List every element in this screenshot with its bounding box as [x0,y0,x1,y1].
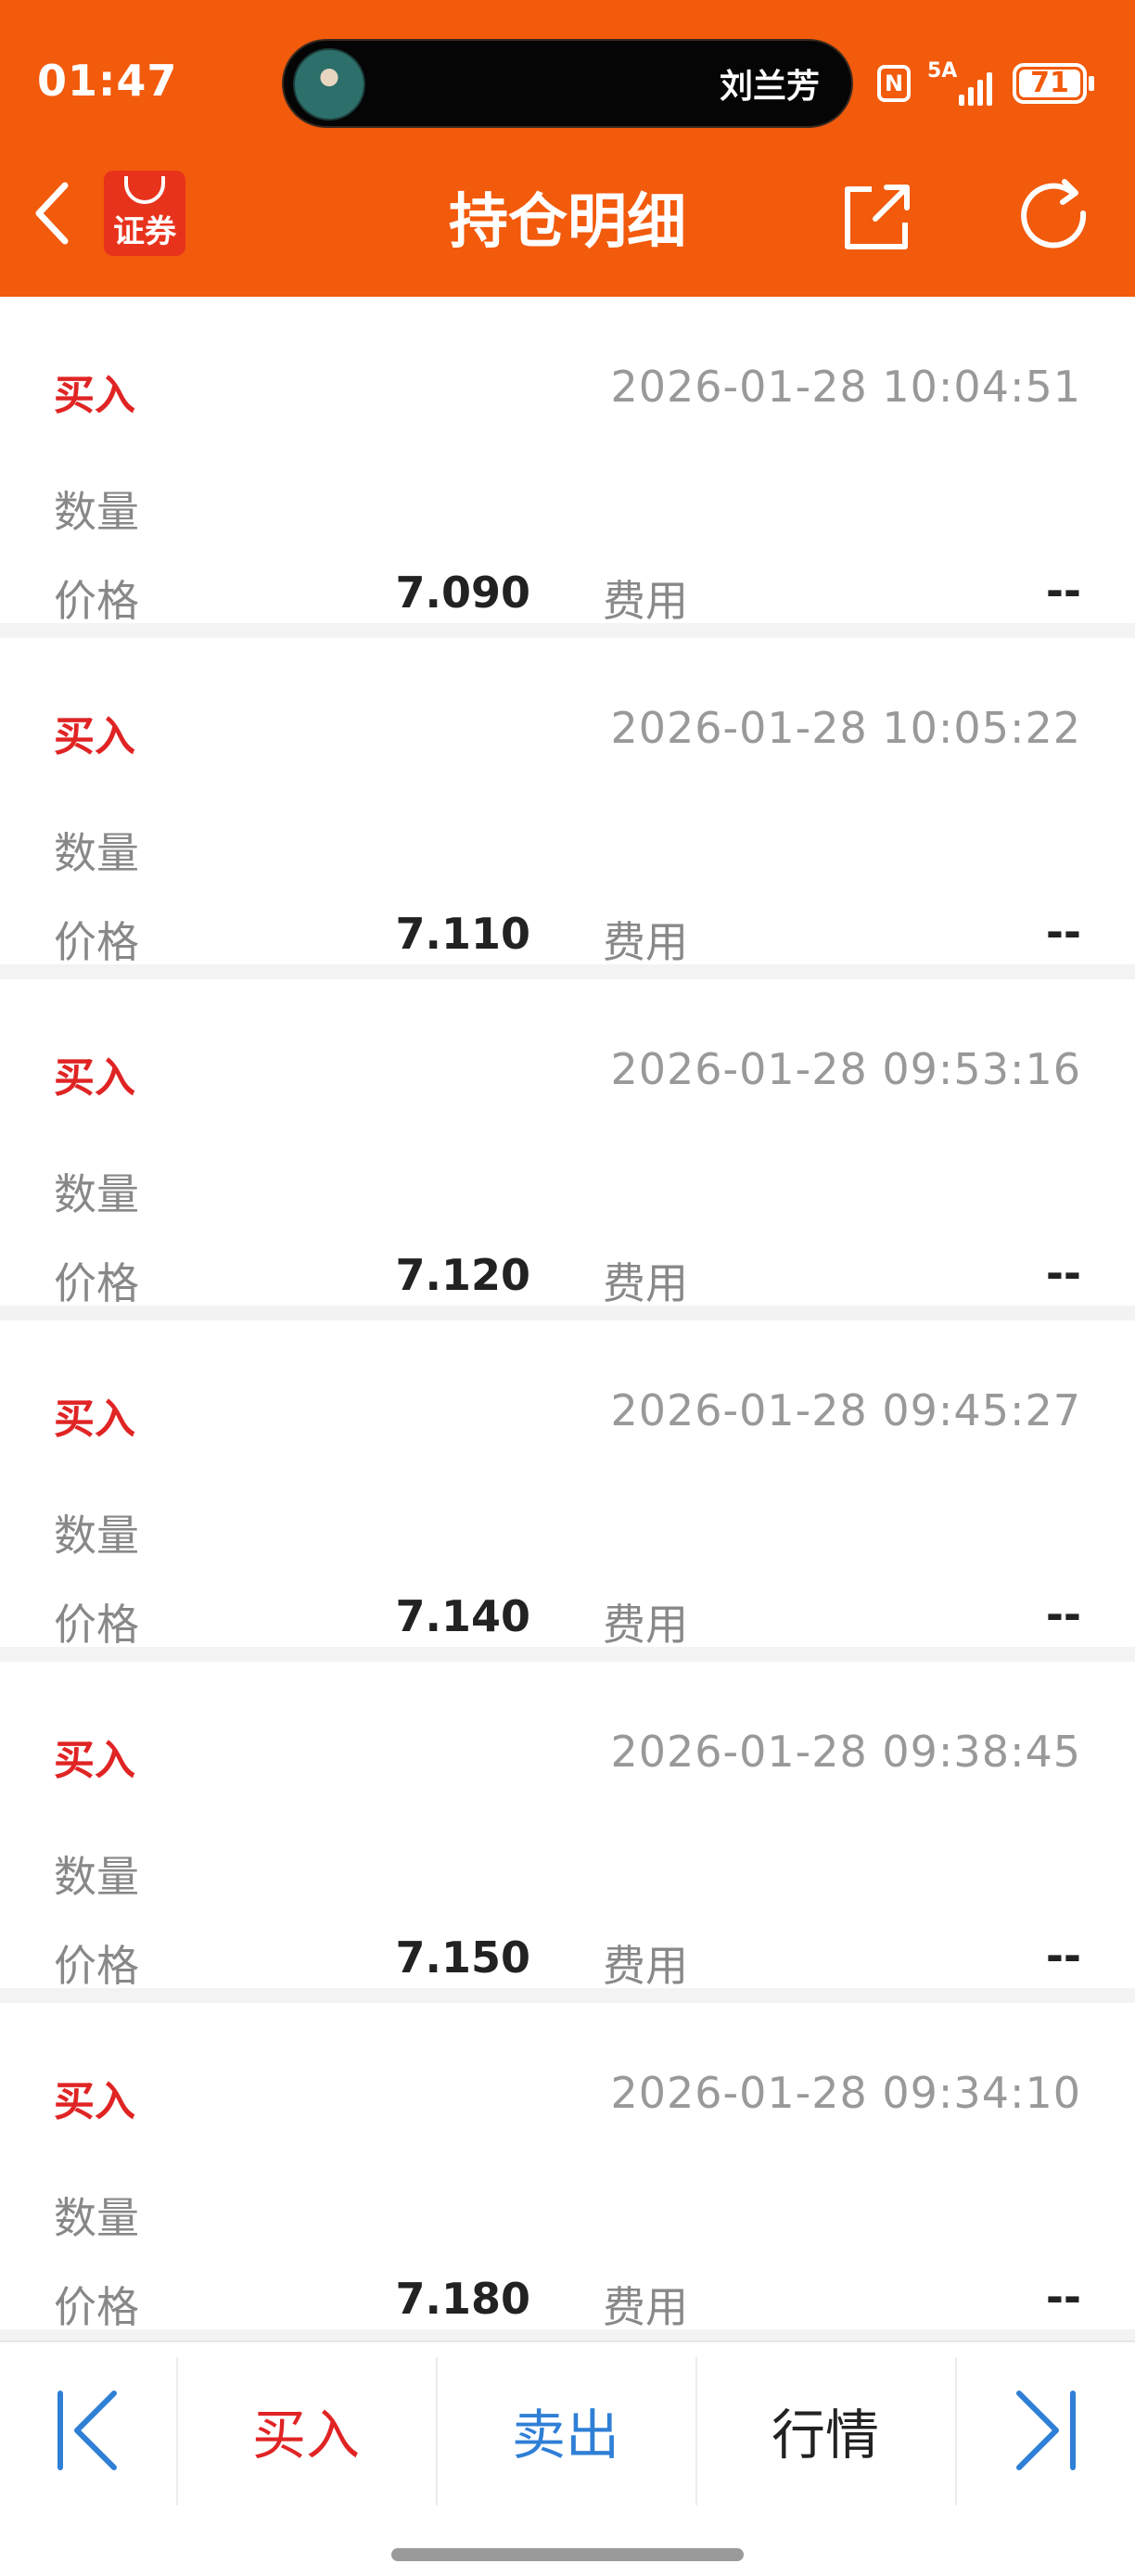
trade-type: 买入 [54,713,135,760]
trade-type: 买入 [54,372,135,419]
status-time: 01:47 [37,56,178,106]
quote-button[interactable]: 行情 [695,2342,955,2519]
live-activity-pill[interactable]: 刘兰芳 [282,39,853,128]
price-value: 7.140 [395,1591,530,1641]
trade-time: 2026-01-28 09:38:45 [610,1727,1081,1777]
live-pill-name: 刘兰芳 [719,68,820,106]
trade-time: 2026-01-28 09:45:27 [610,1385,1081,1435]
list-item[interactable]: 买入 2026-01-28 10:05:22 数量 价格 7.110 费用 -- [0,638,1135,967]
list-item[interactable]: 买入 2026-01-28 09:53:16 数量 价格 7.120 费用 -- [0,979,1135,1308]
fee-label: 费用 [603,1941,688,1991]
price-value: 7.120 [395,1250,530,1300]
quantity-label: 数量 [54,2193,139,2243]
fee-label: 费用 [603,1258,688,1308]
fee-value: -- [1045,2272,1081,2322]
price-label: 价格 [54,576,139,626]
battery-level: 71 [1030,67,1069,99]
skip-last-icon [1016,2391,1076,2470]
trade-time: 2026-01-28 10:04:51 [610,362,1081,412]
quantity-label: 数量 [54,487,139,537]
fee-label: 费用 [603,917,688,967]
signal-icon [959,65,1000,106]
quantity-label: 数量 [54,1169,139,1219]
fee-label: 费用 [603,1600,688,1650]
trade-type: 买入 [54,1737,135,1784]
refresh-icon[interactable] [1011,172,1100,261]
list-item[interactable]: 买入 2026-01-28 09:38:45 数量 价格 7.150 费用 -- [0,1662,1135,1991]
sell-button[interactable]: 卖出 [436,2342,695,2519]
quantity-label: 数量 [54,828,139,878]
fee-value: -- [1045,566,1081,616]
price-label: 价格 [54,2282,139,2332]
nfc-icon: N [877,65,911,102]
price-value: 7.150 [395,1932,530,1983]
price-value: 7.090 [395,567,530,618]
fee-value: -- [1045,1931,1081,1981]
page-title: 持仓明细 [449,188,686,257]
quantity-label: 数量 [54,1511,139,1561]
battery-tip [1089,76,1094,91]
trade-time: 2026-01-28 10:05:22 [610,703,1081,753]
price-value: 7.110 [395,909,530,959]
fee-value: -- [1045,907,1081,957]
price-label: 价格 [54,917,139,967]
fee-label: 费用 [603,2282,688,2332]
battery-icon: 71 [1013,63,1087,104]
price-label: 价格 [54,1258,139,1308]
price-label: 价格 [54,1600,139,1650]
skip-first-icon [57,2391,117,2470]
quantity-label: 数量 [54,1852,139,1902]
trade-type: 买入 [54,1396,135,1443]
holding-detail-list: 买入 2026-01-28 10:04:51 数量 价格 7.090 费用 --… [0,297,1135,2344]
buy-button[interactable]: 买入 [176,2342,436,2519]
share-icon[interactable] [835,176,918,260]
trade-type: 买入 [54,1054,135,1102]
last-record-button[interactable] [955,2342,1135,2519]
fee-value: -- [1045,1589,1081,1639]
app-header: 01:47 刘兰芳 N 5A 71 证券 持仓明细 [0,0,1135,297]
price-label: 价格 [54,1941,139,1991]
trade-time: 2026-01-28 09:34:10 [610,2068,1081,2118]
price-value: 7.180 [395,2274,530,2324]
trade-time: 2026-01-28 09:53:16 [610,1044,1081,1094]
fee-label: 费用 [603,576,688,626]
home-indicator[interactable] [391,2548,744,2561]
first-record-button[interactable] [0,2342,176,2519]
list-item[interactable]: 买入 2026-01-28 09:45:27 数量 价格 7.140 费用 -- [0,1320,1135,1650]
bottom-action-bar: 买入 卖出 行情 [0,2340,1135,2576]
trade-type: 买入 [54,2078,135,2125]
list-item[interactable]: 买入 2026-01-28 10:04:51 数量 价格 7.090 费用 -- [0,297,1135,626]
live-avatar [293,48,365,121]
fee-value: -- [1045,1248,1081,1298]
list-item[interactable]: 买入 2026-01-28 09:34:10 数量 价格 7.180 费用 -- [0,2003,1135,2332]
network-type: 5A [927,59,958,83]
